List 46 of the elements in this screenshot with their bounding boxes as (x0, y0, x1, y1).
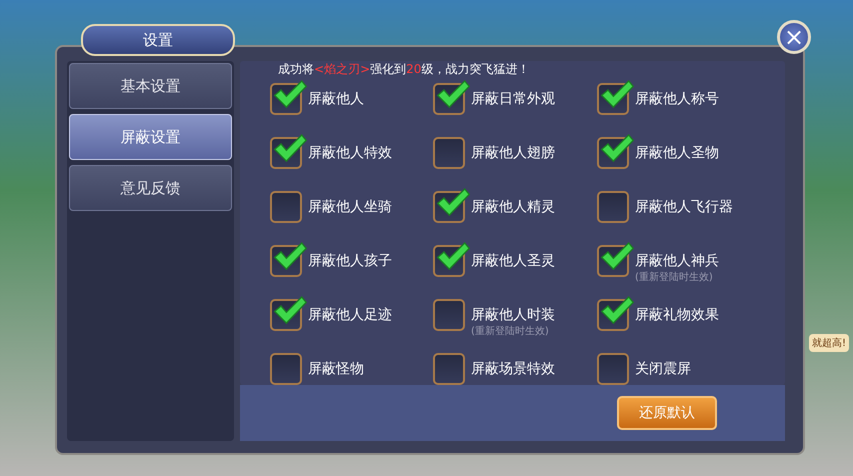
checkmark-icon (272, 295, 308, 326)
option-label: 屏蔽他人神兵 (635, 252, 719, 270)
checkmark-icon (435, 241, 471, 272)
option-label: 屏蔽场景特效 (471, 360, 555, 378)
checkmark-icon (272, 79, 308, 110)
option-label: 屏蔽怪物 (308, 360, 364, 378)
option-label: 屏蔽他人飞行器 (635, 198, 733, 216)
close-button[interactable]: × (777, 20, 811, 54)
option-note: (重新登陆时生效) (635, 270, 713, 284)
option-label: 屏蔽他人特效 (308, 144, 392, 162)
option-label: 关闭震屏 (635, 360, 691, 378)
option-label: 屏蔽他人 (308, 90, 364, 108)
checkmark-icon (272, 241, 308, 272)
option-label: 屏蔽他人孩子 (308, 252, 392, 270)
option-note: (重新登陆时生效) (471, 324, 549, 338)
option-label: 屏蔽他人坐骑 (308, 198, 392, 216)
speech-bubble: 就超高! (808, 334, 849, 352)
checkmark-icon (599, 133, 635, 164)
checkbox[interactable] (433, 137, 465, 169)
option-label: 屏蔽他人称号 (635, 90, 719, 108)
checkmark-icon (435, 187, 471, 218)
checkbox[interactable] (597, 353, 629, 385)
checkmark-icon (599, 241, 635, 272)
reset-default-button[interactable]: 还原默认 (617, 396, 717, 430)
option-label: 屏蔽他人足迹 (308, 306, 392, 324)
checkbox[interactable] (270, 353, 302, 385)
sidebar-tab[interactable]: 基本设置 (69, 63, 232, 109)
option-label: 屏蔽他人翅膀 (471, 144, 555, 162)
dialog-title: 设置 (81, 24, 235, 56)
checkmark-icon (599, 79, 635, 110)
checkbox[interactable] (433, 353, 465, 385)
checkbox[interactable] (270, 191, 302, 223)
option-label: 屏蔽他人圣物 (635, 144, 719, 162)
option-label: 屏蔽他人精灵 (471, 198, 555, 216)
option-label: 屏蔽他人圣灵 (471, 252, 555, 270)
checkbox[interactable] (433, 299, 465, 331)
checkbox[interactable] (597, 191, 629, 223)
option-label: 屏蔽他人时装 (471, 306, 555, 324)
option-label: 屏蔽礼物效果 (635, 306, 719, 324)
broadcast-message: 成功将<焰之刃>强化到20级，战力突飞猛进！ (278, 61, 530, 77)
checkmark-icon (435, 79, 471, 110)
checkmark-icon (599, 295, 635, 326)
sidebar-tab[interactable]: 屏蔽设置 (69, 114, 232, 160)
option-label: 屏蔽日常外观 (471, 90, 555, 108)
sidebar-tab[interactable]: 意见反馈 (69, 165, 232, 211)
checkmark-icon (272, 133, 308, 164)
